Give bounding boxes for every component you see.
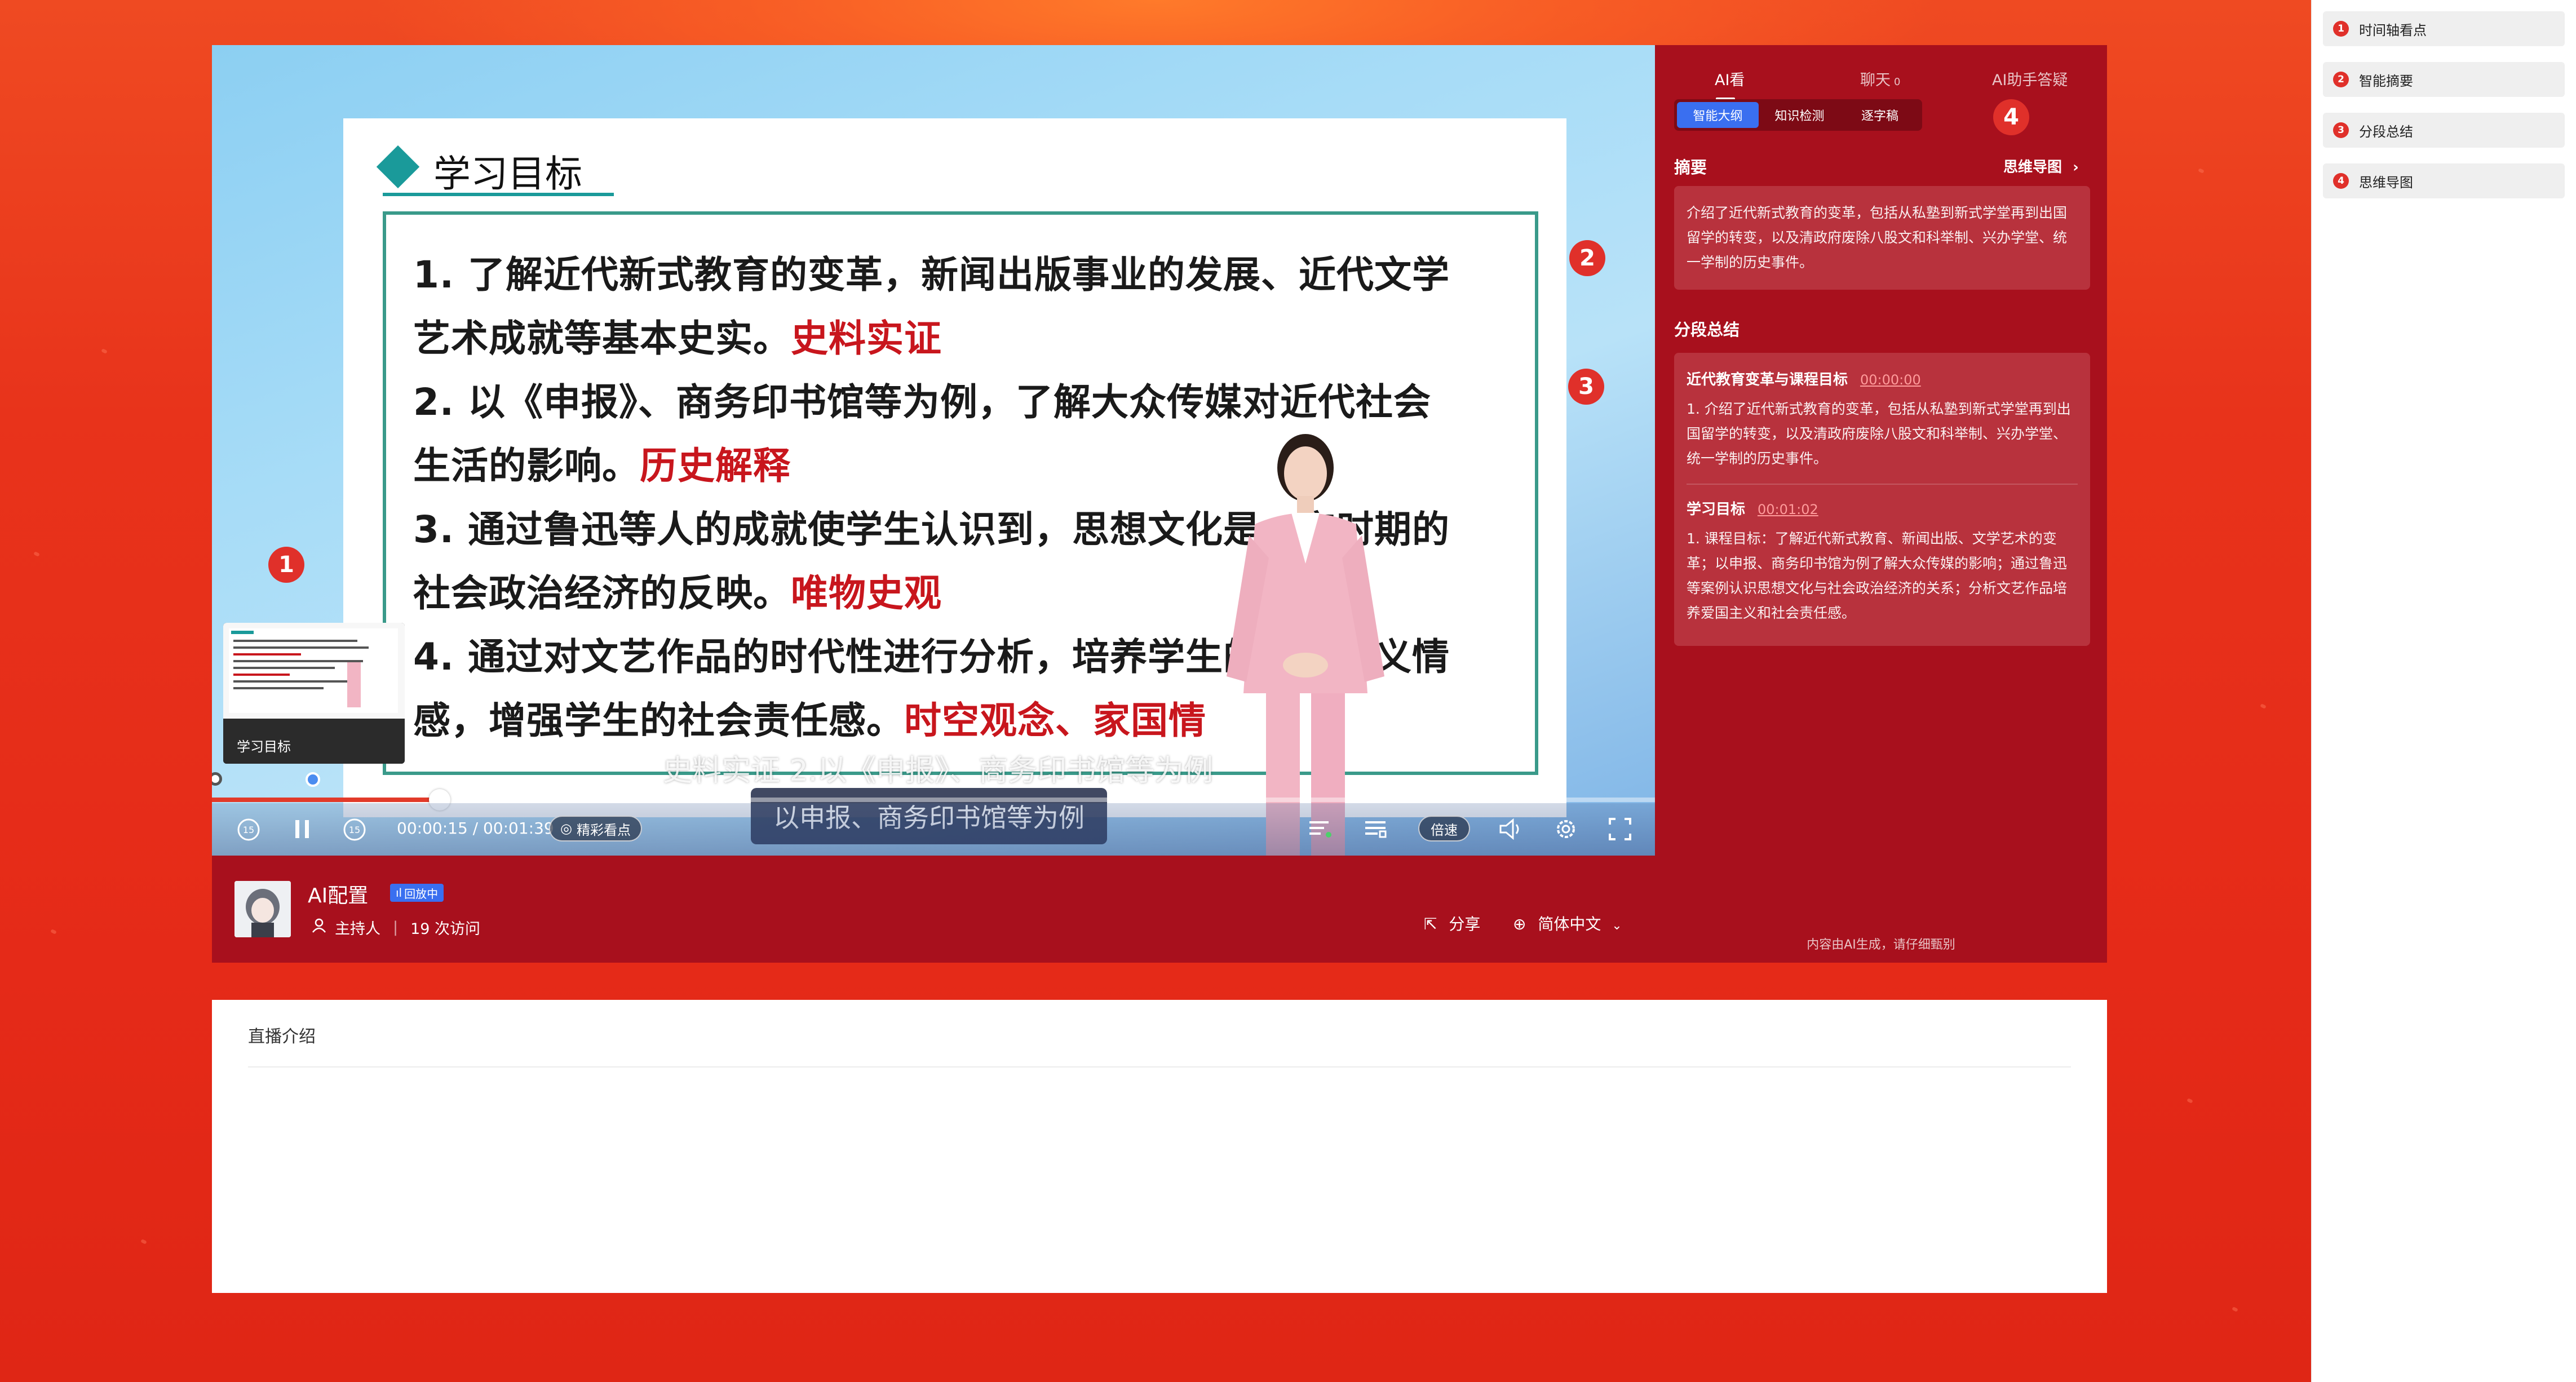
- subtab-smart-outline[interactable]: 智能大纲: [1677, 102, 1759, 128]
- chevron-down-icon: ⌄: [1612, 919, 1622, 933]
- user-icon: [311, 918, 327, 937]
- location-icon: ◎: [560, 821, 572, 836]
- language-label: 简体中文: [1538, 915, 1601, 933]
- playlist-icon[interactable]: [1364, 818, 1389, 840]
- volume-icon[interactable]: [1497, 817, 1524, 841]
- host-meta: 主持人 | 19 次访问: [311, 916, 480, 938]
- summary-label: 摘要: [1674, 158, 1707, 177]
- side-item-number: 2: [2333, 72, 2349, 87]
- share-icon: ⇱: [1424, 915, 1437, 933]
- preview-time: 00:00:07: [231, 702, 287, 716]
- subtitle-list-icon[interactable]: [1308, 818, 1333, 840]
- rewind-15-icon[interactable]: 15: [234, 816, 263, 844]
- subtab-knowledge-check[interactable]: 知识检测: [1759, 102, 1840, 128]
- subtab-transcript[interactable]: 逐字稿: [1840, 102, 1919, 128]
- replay-status-badge: ıl 回放中: [390, 884, 444, 902]
- side-item-label: 时间轴看点: [2359, 22, 2427, 38]
- slide-line: 1. 了解近代新式教育的变革，新闻出版事业的发展、近代文学: [413, 253, 1450, 296]
- host-name: AI配置: [308, 884, 369, 907]
- player-control-bar: 15 15 00:00:15 / 00:01:39 ◎ 精彩看点 倍速: [212, 803, 1655, 856]
- segment-timestamp[interactable]: 00:01:02: [1758, 502, 1818, 517]
- highlights-label: 精彩看点: [576, 822, 631, 838]
- ai-sub-tab-bar: 智能大纲 知识检测 逐字稿: [1674, 99, 1922, 131]
- host-info-bar: AI配置 ıl 回放中 主持人 | 19 次访问 ⇱ 分享 ⊕ 简体中文 ⌄: [212, 856, 1655, 963]
- slide-title-underline: [383, 193, 614, 196]
- subtitle-previous: 史料实证 2.以《申报》、商务印书馆等为例: [663, 754, 1214, 788]
- progress-fill: [212, 798, 440, 802]
- visit-count: 19 次访问: [410, 920, 481, 938]
- segment-title: 近代教育变革与课程目标: [1687, 371, 1848, 388]
- side-item-number: 3: [2333, 122, 2349, 138]
- timeline-preview-thumbnail: 00:00:07 学习目标: [223, 623, 405, 764]
- tab-ai-assistant[interactable]: AI助手答疑: [1992, 68, 2068, 90]
- mind-map-link[interactable]: 思维导图 ›: [2003, 156, 2079, 176]
- speed-label: 倍速: [1431, 822, 1458, 838]
- slide-title: 学习目标: [376, 144, 582, 198]
- side-item-number: 1: [2333, 21, 2349, 37]
- slide-title-text: 学习目标: [433, 152, 582, 196]
- side-item-label: 智能摘要: [2359, 73, 2413, 89]
- host-role: 主持人: [335, 920, 380, 938]
- segment-text: 1. 课程目标：了解近代新式教育、新闻出版、文学艺术的变革；以申报、商务印书馆为…: [1687, 530, 2068, 621]
- side-item-label: 分段总结: [2359, 123, 2413, 140]
- fullscreen-icon[interactable]: [1608, 817, 1632, 841]
- segment-timestamp[interactable]: 00:00:00: [1860, 372, 1921, 388]
- side-item-number: 4: [2333, 173, 2349, 189]
- globe-icon: ⊕: [1513, 915, 1526, 933]
- tab-chat[interactable]: 聊天 0: [1860, 68, 1900, 90]
- highlights-button[interactable]: ◎ 精彩看点: [549, 816, 642, 841]
- intro-title: 直播介绍: [248, 1027, 316, 1047]
- diamond-icon: [376, 145, 420, 189]
- segment-divider: [1687, 484, 2078, 485]
- side-item-smart-summary[interactable]: 2 智能摘要: [2323, 62, 2565, 97]
- summary-card: 介绍了近代新式教育的变革，包括从私塾到新式学堂再到出国留学的转变，以及清政府废除…: [1674, 186, 2090, 290]
- chat-count: 0: [1894, 76, 1901, 88]
- playback-speed-button[interactable]: 倍速: [1418, 816, 1470, 841]
- language-selector[interactable]: ⊕ 简体中文 ⌄: [1513, 912, 1622, 934]
- segment-text: 1. 介绍了近代新式教育的变革，包括从私塾到新式学堂再到出国留学的转变，以及清政…: [1687, 401, 2071, 467]
- segments-label: 分段总结: [1674, 320, 1740, 339]
- ai-side-panel: AI看 聊天 0 AI助手答疑 智能大纲 知识检测 逐字稿 摘要 思维导图 › 介…: [1655, 45, 2107, 963]
- progress-start-marker[interactable]: [212, 772, 222, 786]
- presenter-figure: [1227, 434, 1384, 856]
- live-intro-section: 直播介绍: [212, 1000, 2107, 1293]
- side-item-segment-summary[interactable]: 3 分段总结: [2323, 113, 2565, 148]
- summary-text: 介绍了近代新式教育的变革，包括从私塾到新式学堂再到出国留学的转变，以及清政府废除…: [1687, 205, 2068, 271]
- avatar[interactable]: [234, 881, 291, 937]
- ai-disclaimer: 内容由AI生成，请仔细甄别: [1807, 938, 1955, 952]
- segment-title: 学习目标: [1687, 501, 1746, 518]
- forward-15-icon[interactable]: 15: [340, 816, 369, 844]
- svg-text:15: 15: [349, 825, 360, 835]
- annotation-marker-4: 4: [1993, 99, 2029, 135]
- time-display: 00:00:15 / 00:01:39: [397, 819, 554, 838]
- ai-tab-bar: AI看 聊天 0 AI助手答疑: [1655, 56, 2107, 100]
- video-player[interactable]: 学习目标 1. 了解近代新式教育的变革，新闻出版事业的发展、近代文学 艺术成就等…: [212, 45, 1655, 856]
- bar-chart-icon: ıl: [396, 886, 402, 900]
- preview-label: 学习目标: [237, 739, 291, 755]
- svg-text:15: 15: [243, 825, 254, 835]
- side-item-label: 思维导图: [2359, 174, 2413, 191]
- slide-line: 2. 以《申报》、商务印书馆等为例，了解大众传媒对近代社会: [413, 380, 1431, 424]
- slide-line: 艺术成就等基本史实。史料实证: [413, 317, 942, 360]
- pause-icon[interactable]: [290, 817, 315, 841]
- side-item-timeline-highlights[interactable]: 1 时间轴看点: [2323, 11, 2565, 46]
- tab-ai-watch[interactable]: AI看: [1715, 68, 1745, 90]
- share-label: 分享: [1449, 915, 1481, 933]
- annotation-marker-3: 3: [1568, 369, 1604, 405]
- segment-header: 学习目标 00:01:02: [1687, 497, 2078, 522]
- annotation-marker-1: 1: [268, 547, 304, 583]
- chevron-right-icon: ›: [2073, 159, 2079, 176]
- segment-header: 近代教育变革与课程目标 00:00:00: [1687, 367, 2078, 392]
- side-item-mind-map[interactable]: 4 思维导图: [2323, 163, 2565, 198]
- annotation-marker-2: 2: [1569, 240, 1605, 276]
- segments-card: 近代教育变革与课程目标 00:00:00 1. 介绍了近代新式教育的变革，包括从…: [1674, 353, 2090, 646]
- share-button[interactable]: ⇱ 分享: [1424, 912, 1480, 934]
- annotation-side-panel: 1 时间轴看点 2 智能摘要 3 分段总结 4 思维导图: [2311, 0, 2576, 1382]
- settings-gear-icon[interactable]: [1552, 816, 1579, 843]
- intro-divider: [248, 1066, 2071, 1067]
- highlight-marker[interactable]: [306, 772, 320, 787]
